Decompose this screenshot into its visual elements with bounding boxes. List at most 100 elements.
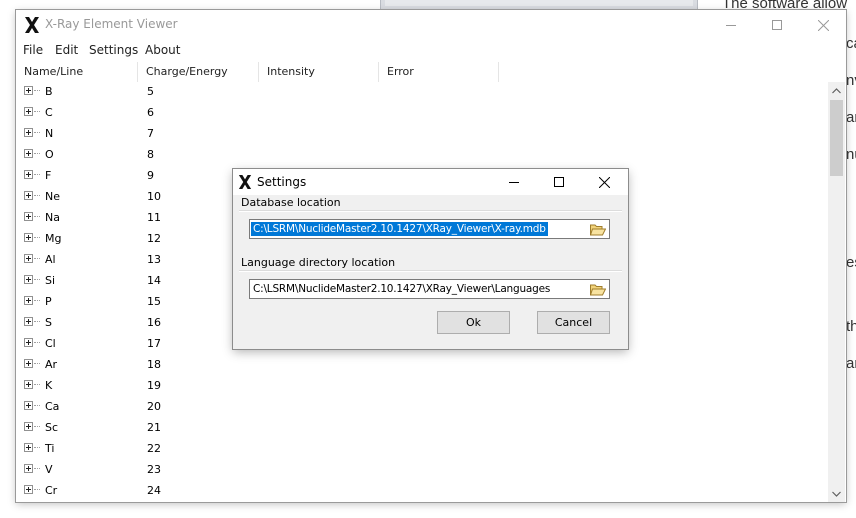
menu-file[interactable]: File: [23, 43, 43, 57]
expand-plus-icon[interactable]: [24, 485, 33, 494]
table-row[interactable]: Ar 18: [16, 355, 828, 376]
settings-dialog: Settings Database location C:\LSRM\Nucli…: [233, 169, 628, 349]
element-name: Ne: [45, 190, 60, 203]
background-text: nv: [846, 72, 856, 89]
table-row[interactable]: Sc 21: [16, 418, 828, 439]
database-path-field[interactable]: C:\LSRM\NuclideMaster2.10.1427\XRay_View…: [249, 219, 610, 239]
dialog-maximize-button[interactable]: [537, 169, 581, 195]
column-header-intensity[interactable]: Intensity: [259, 62, 379, 82]
scroll-down-icon: [832, 491, 841, 497]
expand-plus-icon[interactable]: [24, 359, 33, 368]
expand-plus-icon[interactable]: [24, 233, 33, 242]
tree-connector: [34, 342, 40, 343]
expand-plus-icon[interactable]: [24, 338, 33, 347]
dialog-minimize-button[interactable]: [492, 169, 536, 195]
tree-connector: [34, 405, 40, 406]
table-row[interactable]: O8: [16, 145, 828, 166]
element-name: O: [45, 148, 54, 161]
table-row[interactable]: K 19: [16, 376, 828, 397]
expand-plus-icon[interactable]: [24, 86, 33, 95]
table-row[interactable]: Ca 20: [16, 397, 828, 418]
expand-plus-icon[interactable]: [24, 296, 33, 305]
expand-plus-icon[interactable]: [24, 149, 33, 158]
element-charge: 6: [147, 106, 154, 119]
cancel-button[interactable]: Cancel: [537, 311, 610, 334]
element-name: Al: [45, 253, 56, 266]
divider: [239, 270, 622, 272]
close-icon: [598, 176, 610, 188]
element-charge: 19: [147, 379, 161, 392]
scroll-up-icon: [832, 87, 841, 93]
expand-plus-icon[interactable]: [24, 191, 33, 200]
browse-language-button[interactable]: [589, 281, 607, 297]
element-name: Cl: [45, 337, 56, 350]
table-row[interactable]: C6: [16, 103, 828, 124]
expand-plus-icon[interactable]: [24, 275, 33, 284]
ok-button[interactable]: Ok: [437, 311, 510, 334]
tree-connector: [34, 489, 40, 490]
menu-settings[interactable]: Settings: [89, 43, 138, 57]
element-charge: 9: [147, 169, 154, 182]
close-icon: [817, 19, 829, 31]
element-name: Ar: [45, 358, 58, 371]
expand-plus-icon[interactable]: [24, 107, 33, 116]
expand-plus-icon[interactable]: [24, 380, 33, 389]
maximize-button[interactable]: [754, 10, 800, 40]
expand-plus-icon[interactable]: [24, 128, 33, 137]
scroll-down-button[interactable]: [828, 485, 845, 502]
maximize-icon: [554, 177, 564, 187]
background-text: an: [846, 109, 856, 126]
menu-about[interactable]: About: [145, 43, 180, 57]
maximize-icon: [772, 20, 782, 30]
element-name: K: [45, 379, 53, 392]
scroll-thumb[interactable]: [830, 100, 843, 176]
language-path-field[interactable]: C:\LSRM\NuclideMaster2.10.1427\XRay_View…: [249, 279, 610, 299]
table-row[interactable]: N7: [16, 124, 828, 145]
element-charge: 8: [147, 148, 154, 161]
element-name: Ca: [45, 400, 60, 413]
expand-plus-icon[interactable]: [24, 443, 33, 452]
divider: [239, 210, 622, 212]
tree-connector: [34, 237, 40, 238]
element-charge: 5: [147, 85, 154, 98]
language-path-value: C:\LSRM\NuclideMaster2.10.1427\XRay_View…: [253, 283, 551, 295]
background-text: es: [846, 254, 856, 271]
column-header-name[interactable]: Name/Line: [16, 62, 138, 82]
element-charge: 12: [147, 232, 161, 245]
expand-plus-icon[interactable]: [24, 401, 33, 410]
element-charge: 7: [147, 127, 154, 140]
minimize-button[interactable]: [708, 10, 754, 40]
dialog-title: Settings: [257, 175, 307, 189]
tree-connector: [34, 468, 40, 469]
element-name: Cr: [45, 484, 58, 497]
element-charge: 22: [147, 442, 161, 455]
database-path-value: C:\LSRM\NuclideMaster2.10.1427\XRay_View…: [251, 222, 548, 236]
vertical-scrollbar[interactable]: [828, 82, 845, 502]
expand-plus-icon[interactable]: [24, 317, 33, 326]
background-text: ca: [846, 35, 856, 52]
element-name: Mg: [45, 232, 62, 245]
menu-edit[interactable]: Edit: [55, 43, 78, 57]
dialog-title-bar[interactable]: Settings: [233, 169, 628, 195]
expand-plus-icon[interactable]: [24, 170, 33, 179]
expand-plus-icon[interactable]: [24, 464, 33, 473]
column-header-error[interactable]: Error: [379, 62, 499, 82]
table-row[interactable]: V 23: [16, 460, 828, 481]
app-x-icon: [238, 175, 252, 189]
table-row[interactable]: Cr 24: [16, 481, 828, 502]
scroll-up-button[interactable]: [828, 82, 845, 99]
expand-plus-icon[interactable]: [24, 254, 33, 263]
column-header-charge[interactable]: Charge/Energy: [138, 62, 259, 82]
element-charge: 20: [147, 400, 161, 413]
title-bar[interactable]: X-Ray Element Viewer: [16, 10, 846, 40]
element-charge: 18: [147, 358, 161, 371]
expand-plus-icon[interactable]: [24, 422, 33, 431]
expand-plus-icon[interactable]: [24, 212, 33, 221]
table-row[interactable]: B5: [16, 82, 828, 103]
table-row[interactable]: Ti 22: [16, 439, 828, 460]
tree-connector: [34, 321, 40, 322]
element-charge: 10: [147, 190, 161, 203]
browse-database-button[interactable]: [589, 221, 607, 237]
dialog-close-button[interactable]: [582, 169, 626, 195]
close-button[interactable]: [800, 10, 846, 40]
